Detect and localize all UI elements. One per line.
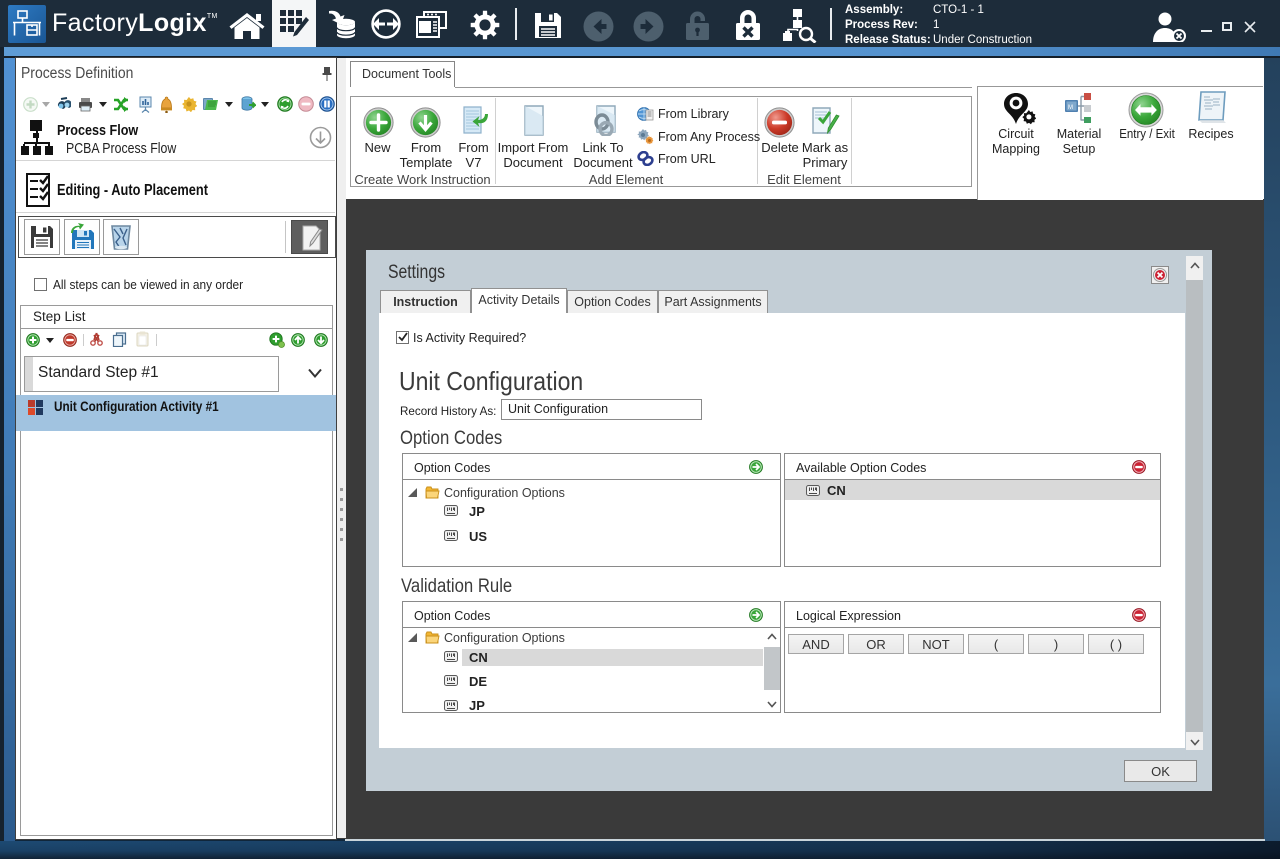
svg-text:M: M [1068, 105, 1073, 111]
